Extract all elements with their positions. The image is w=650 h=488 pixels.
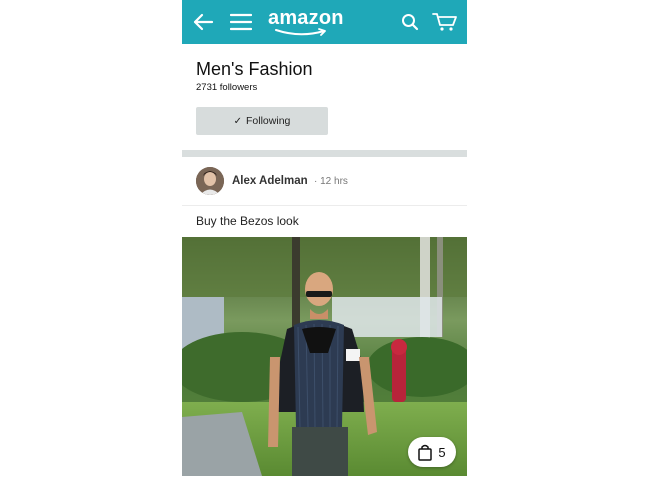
amazon-logo[interactable]: amazon [268,6,348,40]
post-author[interactable]: Alex Adelman [232,175,308,187]
following-button[interactable]: ✓ Following [196,107,328,135]
community-title: Men's Fashion [196,59,313,79]
post-time: · 12 hrs [314,176,348,187]
checkmark-icon: ✓ [233,115,243,127]
smile-arrow-icon [275,28,326,36]
section-divider [182,150,467,157]
app-screen: amazon Men's Fashion 2731 followers ✓ Fo… [182,0,467,476]
back-arrow-icon[interactable] [188,0,218,44]
post-photo[interactable]: 5 [182,237,467,476]
hamburger-menu-icon[interactable] [226,0,256,44]
cart-icon[interactable] [428,0,462,44]
shop-products-button[interactable]: 5 [408,437,456,467]
top-nav-bar: amazon [182,0,467,44]
post-caption: Buy the Bezos look [196,214,299,228]
post-header: Alex Adelman · 12 hrs [182,157,467,206]
followers-count: 2731 followers [196,82,258,93]
product-count: 5 [438,444,446,460]
shopping-bag-icon [418,444,433,461]
search-icon[interactable] [396,0,424,44]
logo-text: amazon [268,7,344,29]
following-button-label: Following [246,115,291,127]
avatar[interactable] [196,167,224,195]
